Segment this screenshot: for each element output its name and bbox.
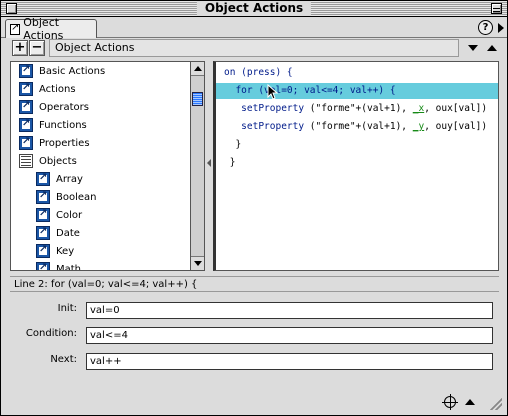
code-token: _y <box>412 121 425 132</box>
code-token: for (val=0; val<=4; val++) { <box>224 85 396 96</box>
scroll-down-icon[interactable] <box>191 256 204 270</box>
toolbox-scrollbar[interactable] <box>190 62 204 270</box>
toolbox-item[interactable]: Math <box>11 260 191 271</box>
book-icon <box>19 136 33 150</box>
toolbox-item-label: Boolean <box>56 191 97 203</box>
book-icon <box>19 82 33 96</box>
toolbox-item-label: Key <box>56 245 75 257</box>
book-icon <box>36 244 50 258</box>
init-row: Init: val=0 <box>1 302 507 320</box>
window-title: Object Actions <box>196 1 312 16</box>
code-token: ("forme"+(val+1), <box>309 103 413 114</box>
resize-grip-icon[interactable] <box>490 398 502 410</box>
code-line[interactable]: setProperty ("forme"+(val+1), _x, oux[va… <box>216 101 498 117</box>
code-token: , ouy[val]) <box>424 121 488 132</box>
toolbox-item[interactable]: Date <box>11 224 191 242</box>
condition-label: Condition: <box>25 328 77 339</box>
scroll-thumb[interactable] <box>192 92 203 106</box>
toolbar: + − Object Actions <box>1 39 507 59</box>
toolbox-item[interactable]: Objects <box>11 152 191 170</box>
next-label: Next: <box>50 354 77 365</box>
code-line[interactable]: setProperty ("forme"+(val+1), _y, ouy[va… <box>216 119 498 135</box>
toolbox-item[interactable]: Boolean <box>11 188 191 206</box>
windowshade-box[interactable] <box>491 3 502 14</box>
toolbox-item[interactable]: Array <box>11 170 191 188</box>
toolbox-item-label: Color <box>56 209 83 221</box>
toolbox-item[interactable]: Basic Actions <box>11 62 191 80</box>
mouse-pointer-icon <box>267 84 279 100</box>
toolbox-item[interactable]: Properties <box>11 134 191 152</box>
code-line[interactable]: on (press) { <box>216 65 498 81</box>
code-line[interactable]: } <box>216 155 498 171</box>
toolbox-item[interactable]: Key <box>11 242 191 260</box>
object-actions-window: Object Actions Object Actions ? + − Obje… <box>0 0 508 416</box>
init-label: Init: <box>57 303 77 314</box>
toolbox-item-label: Array <box>56 173 83 185</box>
tab-object-actions[interactable]: Object Actions <box>5 16 97 42</box>
open-book-icon <box>19 154 33 168</box>
code-line[interactable]: for (val=0; val<=4; val++) { <box>216 83 498 99</box>
code-token: ("forme"+(val+1), <box>309 121 413 132</box>
condition-field[interactable]: val<=4 <box>86 327 493 344</box>
toolbox-item[interactable]: Actions <box>11 80 191 98</box>
toolbox-item[interactable]: Operators <box>11 98 191 116</box>
book-icon <box>36 262 50 270</box>
book-icon <box>19 100 33 114</box>
code-token: setProperty <box>224 121 310 132</box>
tab-row: Object Actions ? <box>1 16 507 42</box>
add-action-button[interactable]: + <box>12 40 28 56</box>
init-field[interactable]: val=0 <box>86 302 493 319</box>
book-icon <box>36 190 50 204</box>
help-button[interactable]: ? <box>478 20 493 35</box>
condition-row: Condition: val<=4 <box>1 327 507 345</box>
toolbox-item-label: Operators <box>39 101 89 113</box>
script-editor[interactable]: on (press) { for (val=0; val<=4; val++) … <box>213 61 499 271</box>
move-up-icon[interactable] <box>484 40 500 56</box>
remove-action-button[interactable]: − <box>29 40 45 56</box>
toolbox-list: Basic Actions Actions Operators Functions Pr… <box>11 62 191 271</box>
code-token: setProperty <box>224 103 310 114</box>
book-icon <box>19 118 33 132</box>
actions-toolbox: Basic Actions Actions Operators Functions Pr… <box>10 61 205 271</box>
code-line[interactable]: } <box>216 137 498 153</box>
book-icon <box>19 64 33 78</box>
book-icon <box>36 172 50 186</box>
scroll-up-icon[interactable] <box>191 62 204 76</box>
status-line: Line 2: for (val=0; val<=4; val++) { <box>10 276 499 292</box>
code-token: } <box>224 157 236 168</box>
code-token: _x <box>412 103 425 114</box>
toolbox-item-label: Properties <box>39 137 90 149</box>
toolbox-item-label: Basic Actions <box>39 65 106 77</box>
collapse-icon[interactable] <box>464 398 476 408</box>
code-token: } <box>224 139 242 150</box>
toolbox-item-label: Actions <box>39 83 76 95</box>
title-bar[interactable]: Object Actions <box>1 1 507 17</box>
target-icon[interactable] <box>442 394 458 410</box>
actions-icon <box>10 22 21 35</box>
next-field[interactable]: val++ <box>86 353 493 370</box>
move-down-icon[interactable] <box>465 40 481 56</box>
toolbox-item-label: Functions <box>39 119 87 131</box>
panel-menu-arrow-icon[interactable] <box>498 23 504 33</box>
book-icon <box>36 226 50 240</box>
toolbox-item-label: Math <box>56 263 82 271</box>
panel-splitter[interactable] <box>205 61 213 271</box>
toolbox-item[interactable]: Functions <box>11 116 191 134</box>
action-path-field: Object Actions <box>49 39 459 57</box>
toolbox-item[interactable]: Color <box>11 206 191 224</box>
toolbox-item-label: Objects <box>39 155 77 167</box>
next-row: Next: val++ <box>1 353 507 371</box>
close-box[interactable] <box>6 3 17 14</box>
book-icon <box>36 208 50 222</box>
code-token: , oux[val]) <box>424 103 488 114</box>
toolbox-item-label: Date <box>56 227 80 239</box>
code-token: on (press) { <box>224 67 293 78</box>
